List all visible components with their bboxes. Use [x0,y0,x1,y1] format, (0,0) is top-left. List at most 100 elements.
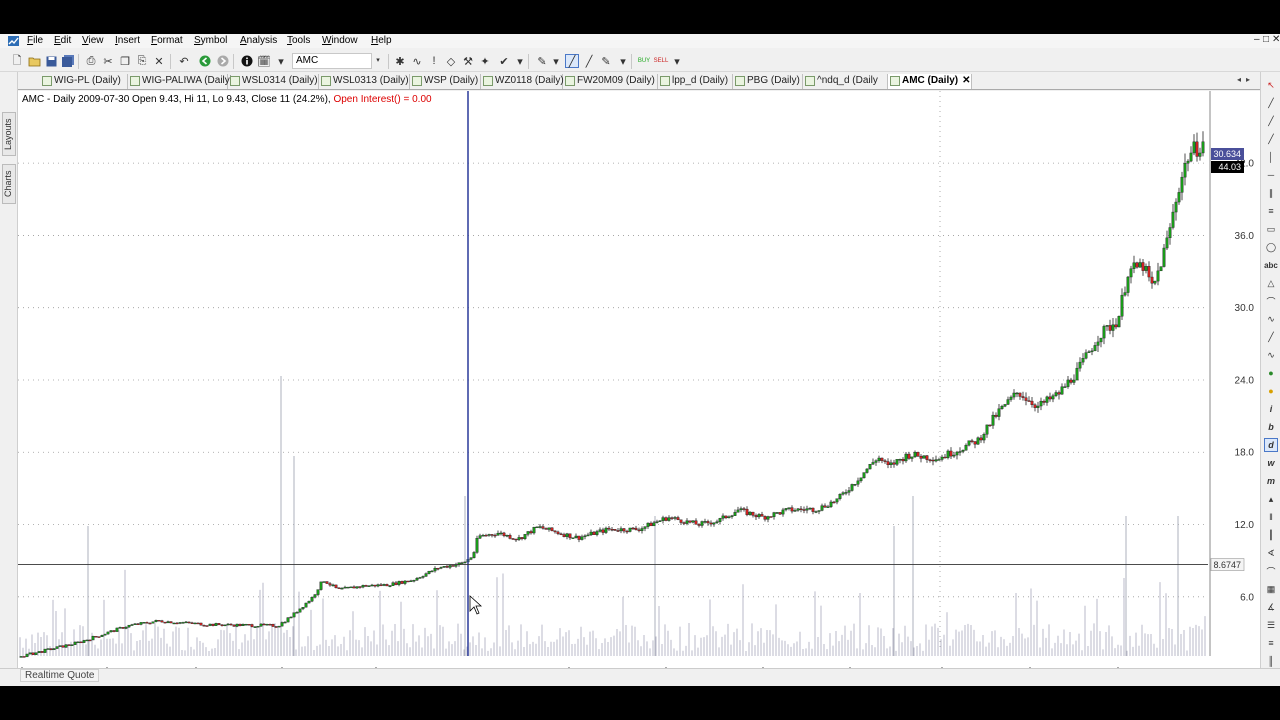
w-tool-icon[interactable]: w [1264,456,1278,470]
realtime-quote-tab[interactable]: Realtime Quote [20,669,100,682]
toolbar-dropdown-icon[interactable]: ▾ [513,54,527,68]
explore-icon[interactable]: ✦ [478,54,492,68]
shape-icon[interactable]: ◇ [444,54,458,68]
m-tool-icon[interactable]: m [1264,474,1278,488]
save-all-icon[interactable] [61,54,75,68]
scan-icon[interactable]: ⚒ [461,54,475,68]
restore-icon[interactable]: □ [1263,34,1269,46]
tab-chart-wsl0314[interactable]: WSL0314 (Daily) [228,74,319,89]
new-file-icon[interactable]: 🗋 [10,54,24,68]
tab-chart-fw20m09[interactable]: FW20M09 (Daily) [563,74,658,89]
candle-body [283,621,287,624]
alert-icon[interactable]: ! [427,54,441,68]
tab-chart-wsp[interactable]: WSP (Daily) [410,74,481,89]
d-tool-icon[interactable]: d [1264,438,1278,452]
info-icon[interactable] [240,54,254,68]
arc-icon[interactable]: ⌒ [1264,294,1278,308]
tab-chart-wig-paliwa[interactable]: WIG-PALIWA (Daily) [128,74,233,89]
text-tool-icon[interactable]: abc [1264,258,1278,272]
buy-arrow-icon[interactable]: ● [1264,366,1278,380]
channel-icon[interactable]: ∥ [1264,186,1278,200]
menu-file[interactable]: File [27,35,43,47]
save-icon[interactable] [44,54,58,68]
triangle-icon[interactable]: △ [1264,276,1278,290]
tab-charts[interactable]: Charts [2,164,16,204]
vertical-line-icon[interactable]: │ [1264,150,1278,164]
grid-icon[interactable]: ▦ [1264,582,1278,596]
tab-layouts[interactable]: Layouts [2,112,16,156]
list-icon[interactable]: ☰ [1264,618,1278,632]
symbol-dropdown-icon[interactable]: ▾ [372,53,384,69]
tab-chart-wig-pl[interactable]: WIG-PL (Daily) [40,74,128,89]
menu-tools[interactable]: Tools [287,35,310,47]
tab-scroll-right-icon[interactable]: ▸ [1246,75,1250,84]
toolbar-dropdown-icon[interactable]: ▾ [616,54,630,68]
draw-color-icon[interactable]: ✎ [535,54,549,68]
indicator-icon[interactable]: ∿ [410,54,424,68]
ray-tool-icon[interactable]: ╱ [1264,114,1278,128]
back-icon[interactable] [198,54,212,68]
rectangle-icon[interactable]: ▭ [1264,222,1278,236]
arc-tool-icon[interactable]: ⌒ [1264,564,1278,578]
tab-chart-pbg[interactable]: PBG (Daily) [733,74,803,89]
minimize-icon[interactable]: ‒ [1254,34,1260,46]
menu-view[interactable]: View [82,35,104,47]
buy-icon[interactable]: BUY [637,54,651,68]
close-tab-icon[interactable]: ✕ [962,75,970,86]
gann-icon[interactable]: ‖ [1264,510,1278,524]
pointer-icon[interactable]: ↖ [1264,78,1278,92]
menu-edit[interactable]: Edit [54,35,71,47]
fan-icon[interactable]: ∡ [1264,600,1278,614]
extended-line-icon[interactable]: ╱ [1264,132,1278,146]
chart-pane[interactable]: 42.0 36.0 30.0 24.0 18.0 12.0 6.0 8.6747 30.634 4… [18,91,1260,672]
forward-icon[interactable] [216,54,230,68]
close-icon[interactable]: ✕ [1272,34,1280,46]
tab-chart-ndq-d[interactable]: ^ndq_d (Daily [803,74,888,89]
zigzag-icon[interactable]: ∿ [1264,312,1278,326]
paste-icon[interactable]: ⎘ [135,54,149,68]
delete-icon[interactable]: ✕ [152,54,166,68]
menu-window[interactable]: Window [322,35,358,47]
print-icon[interactable]: ⎙ [84,54,98,68]
bars-icon[interactable]: ║ [1264,654,1278,668]
trendline-icon[interactable]: ╱ [565,54,579,68]
horizontal-line-icon[interactable]: ─ [1264,168,1278,182]
collapse-icon[interactable]: ▴ [1264,492,1278,506]
pattern-icon[interactable]: ✱ [393,54,407,68]
undo-icon[interactable]: ↶ [177,54,191,68]
ray-icon[interactable]: ╱ [582,54,596,68]
b-tool-icon[interactable]: b [1264,420,1278,434]
tab-scroll-left-icon[interactable]: ◂ [1237,75,1241,84]
tab-chart-lpp-d[interactable]: lpp_d (Daily) [658,74,733,89]
levels-icon[interactable]: ≡ [1264,636,1278,650]
toolbar-dropdown-icon[interactable]: ▾ [670,54,684,68]
menu-help[interactable]: Help [371,35,392,47]
pencil-icon[interactable]: ✎ [599,54,613,68]
menu-format[interactable]: Format [151,35,183,47]
tab-chart-wsl0313[interactable]: WSL0313 (Daily) [319,74,410,89]
line-tool-icon[interactable]: ╱ [1264,96,1278,110]
open-folder-icon[interactable] [27,54,41,68]
menu-analysis[interactable]: Analysis [240,35,277,47]
ellipse-icon[interactable]: ◯ [1264,240,1278,254]
cut-icon[interactable]: ✂ [101,54,115,68]
fibonacci-icon[interactable]: ≡ [1264,204,1278,218]
menu-insert[interactable]: Insert [115,35,140,47]
sell-arrow-icon[interactable]: ● [1264,384,1278,398]
i-tool-icon[interactable]: i [1264,402,1278,416]
tab-chart-amc[interactable]: AMC (Daily) ✕ [888,74,972,89]
sell-icon[interactable]: SELL [654,54,669,68]
spiral-icon[interactable]: ∢ [1264,546,1278,560]
menu-symbol[interactable]: Symbol [194,35,227,47]
check-icon[interactable]: ✔ [497,54,511,68]
calendar-icon[interactable]: 🗓 [257,54,271,68]
toolbar-dropdown-icon[interactable]: ▾ [549,54,563,68]
symbol-input[interactable]: AMC [292,53,372,69]
price-chart[interactable]: 42.036.030.024.018.012.06.08.674730.6344… [18,91,1260,672]
tab-chart-wz0118[interactable]: WZ0118 (Daily) [481,74,564,89]
toolbar-dropdown-icon[interactable]: ▾ [274,54,288,68]
pen-tool-icon[interactable]: ╱ [1264,330,1278,344]
cycle-icon[interactable]: ┃ [1264,528,1278,542]
freehand-icon[interactable]: ∿ [1264,348,1278,362]
copy-icon[interactable]: ❐ [118,54,132,68]
